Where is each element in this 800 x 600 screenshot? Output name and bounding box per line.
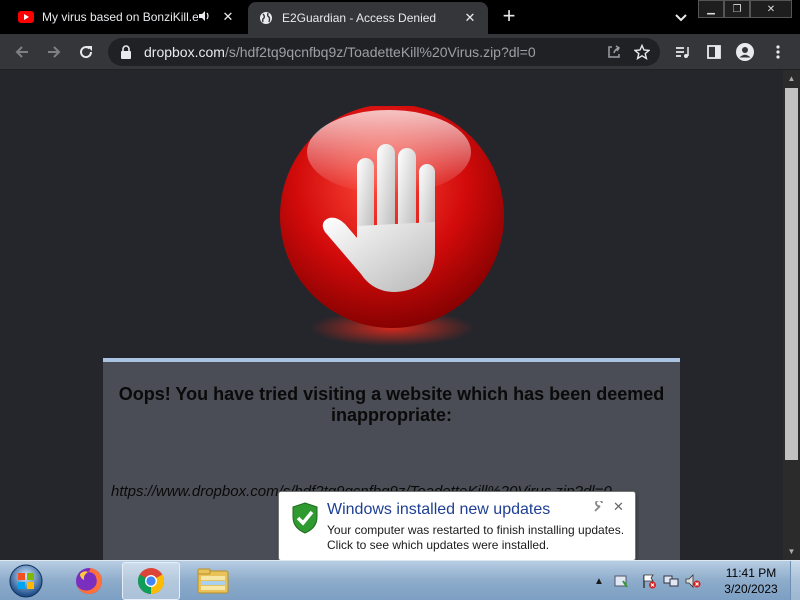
window-controls: ▁ ❐ ✕ <box>698 0 792 20</box>
url-text[interactable]: dropbox.com/s/hdf2tq9qcnfbq9z/ToadetteKi… <box>144 44 604 60</box>
show-hidden-icons-icon[interactable]: ▲ <box>588 570 610 592</box>
notification-line2: Click to see which updates were installe… <box>327 538 550 552</box>
tab-youtube[interactable]: My virus based on BonziKill.e ✕ <box>8 0 246 34</box>
share-icon[interactable] <box>604 42 624 62</box>
minimize-button[interactable]: ▁ <box>698 0 724 18</box>
security-shield-icon <box>291 502 319 534</box>
page-scrollbar[interactable]: ▲ ▼ <box>783 70 800 560</box>
lock-icon[interactable] <box>120 45 134 59</box>
new-tab-button[interactable]: + <box>498 5 520 28</box>
start-button[interactable] <box>6 563 46 599</box>
scroll-down-icon[interactable]: ▼ <box>783 543 800 560</box>
globe-icon <box>258 10 274 26</box>
scroll-up-icon[interactable]: ▲ <box>783 70 800 87</box>
clock-date: 3/20/2023 <box>724 582 778 596</box>
bookmark-star-icon[interactable] <box>632 42 652 62</box>
side-panel-icon[interactable] <box>702 40 726 64</box>
address-bar[interactable]: dropbox.com/s/hdf2tq9qcnfbq9z/ToadetteKi… <box>108 38 660 66</box>
url-path: /s/hdf2tq9qcnfbq9z/ToadetteKill%20Virus.… <box>224 44 536 60</box>
denied-message: Oops! You have tried visiting a website … <box>118 384 665 425</box>
tab-title: E2Guardian - Access Denied <box>282 11 437 25</box>
url-host: dropbox.com <box>144 44 225 60</box>
page-content: Oops! You have tried visiting a website … <box>0 70 783 560</box>
update-tray-icon[interactable] <box>610 570 632 592</box>
browser-toolbar: dropbox.com/s/hdf2tq9qcnfbq9z/ToadetteKi… <box>0 34 800 70</box>
speaker-icon[interactable] <box>198 10 212 25</box>
explorer-icon[interactable] <box>184 562 242 600</box>
chrome-icon[interactable] <box>122 562 180 600</box>
back-button[interactable] <box>10 40 34 64</box>
notification-title: Windows installed new updates <box>327 501 551 518</box>
action-center-flag-icon[interactable] <box>638 570 660 592</box>
network-icon[interactable] <box>660 570 682 592</box>
clock-time: 11:41 PM <box>725 566 777 580</box>
close-tab-icon[interactable]: ✕ <box>220 9 236 25</box>
tab-strip: My virus based on BonziKill.e ✕ E2Guardi… <box>0 0 800 34</box>
menu-icon[interactable] <box>766 40 790 64</box>
youtube-icon <box>18 9 34 25</box>
tab-title: My virus based on BonziKill.e <box>42 10 198 24</box>
forward-button[interactable] <box>42 40 66 64</box>
reload-button[interactable] <box>74 40 98 64</box>
system-tray: ▲ <box>588 561 704 600</box>
scroll-thumb[interactable] <box>785 88 798 460</box>
update-notification[interactable]: Windows installed new updates Your compu… <box>278 491 636 574</box>
stop-hand-icon <box>277 104 507 356</box>
notification-body: Your computer was restarted to finish in… <box>327 523 624 553</box>
profile-avatar-icon[interactable] <box>733 40 757 64</box>
close-window-button[interactable]: ✕ <box>750 0 792 18</box>
media-control-icon[interactable] <box>670 40 694 64</box>
volume-muted-icon[interactable] <box>682 570 704 592</box>
tab-search-icon[interactable] <box>672 8 690 26</box>
show-desktop-button[interactable] <box>790 561 800 600</box>
system-clock[interactable]: 11:41 PM 3/20/2023 <box>716 565 786 597</box>
firefox-icon[interactable] <box>60 562 118 600</box>
close-tab-icon[interactable]: ✕ <box>462 10 478 26</box>
tab-access-denied[interactable]: E2Guardian - Access Denied ✕ <box>248 2 488 34</box>
notification-line1: Your computer was restarted to finish in… <box>327 523 625 537</box>
notification-close-icon[interactable]: ✕ <box>613 499 627 514</box>
restore-button[interactable]: ❐ <box>724 0 750 18</box>
wrench-icon[interactable] <box>593 499 607 515</box>
taskbar: ▲ 11:41 PM 3/20/2023 <box>0 560 800 600</box>
